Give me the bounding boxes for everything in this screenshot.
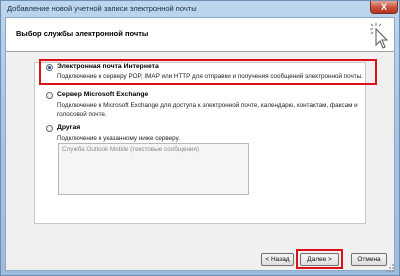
highlight-frame — [39, 59, 377, 85]
option-desc-exchange-line1: Подключение к Microsoft Exchange для дос… — [57, 102, 358, 109]
close-button[interactable]: X — [370, 1, 398, 14]
window-title: Добавление новой учетной записи электрон… — [7, 4, 197, 13]
cancel-button[interactable]: Отмена — [351, 253, 387, 266]
radio-exchange[interactable] — [46, 92, 53, 99]
option-label-exchange[interactable]: Сервер Microsoft Exchange — [57, 91, 148, 98]
dialog-window: Добавление новой учетной записи электрон… — [0, 0, 400, 276]
option-label-other[interactable]: Другая — [57, 124, 80, 131]
page-title: Выбор службы электронной почты — [16, 29, 149, 38]
back-button[interactable]: < Назад — [261, 253, 294, 266]
option-desc-exchange-line2: голосовой почте. — [57, 111, 107, 118]
next-button[interactable]: Далее > — [300, 253, 339, 266]
resize-grip-icon[interactable] — [385, 263, 395, 273]
service-list-item[interactable]: Служба Outlook Mobile (текстовые сообщен… — [62, 146, 199, 153]
cursor-click-icon — [370, 23, 389, 49]
service-list[interactable]: Служба Outlook Mobile (текстовые сообщен… — [58, 143, 249, 195]
radio-other[interactable] — [46, 125, 53, 132]
wizard-header: Выбор службы электронной почты — [6, 18, 394, 52]
close-icon: X — [380, 2, 387, 12]
title-bar[interactable]: Добавление новой учетной записи электрон… — [1, 1, 399, 17]
